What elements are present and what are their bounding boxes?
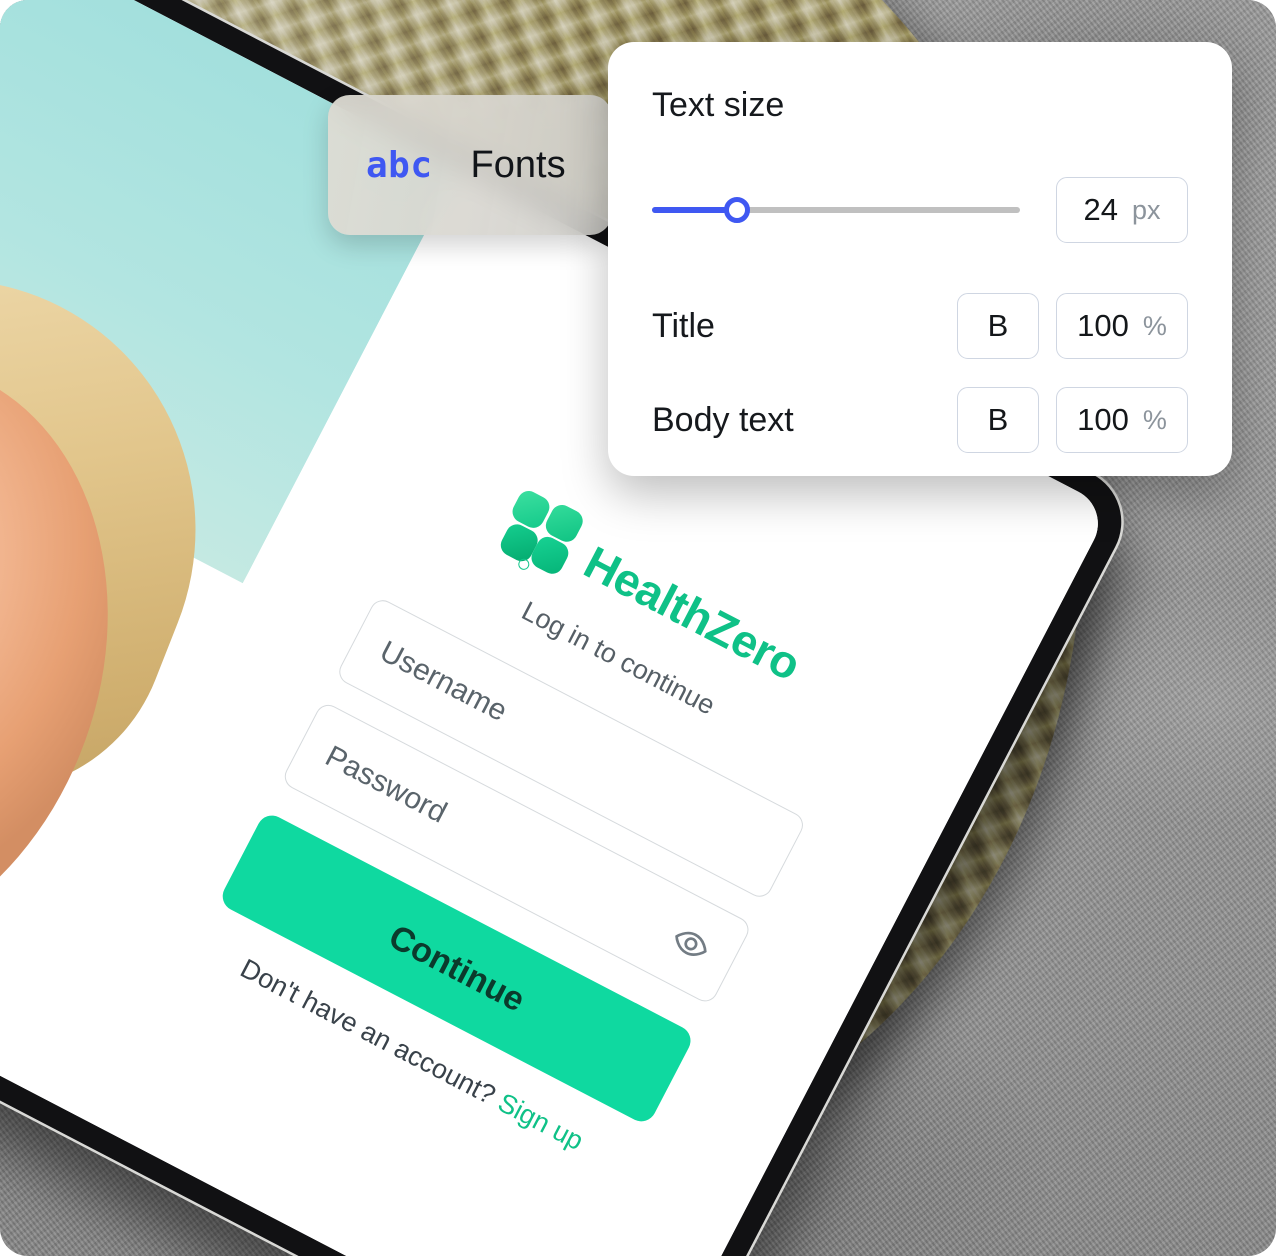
text-size-slider[interactable]: [652, 197, 1020, 223]
text-size-row: 24 px: [652, 177, 1188, 243]
fonts-toolbar-button[interactable]: abc Fonts: [328, 95, 612, 235]
panel-title: Text size: [652, 86, 785, 124]
text-size-unit: px: [1131, 194, 1161, 225]
body-text-bold-button[interactable]: B: [957, 387, 1039, 453]
abc-icon: abc: [366, 144, 433, 186]
body-text-scale-input[interactable]: 100 %: [1056, 387, 1188, 453]
body-text-scale-value: 100: [1077, 402, 1129, 437]
title-bold-button[interactable]: B: [957, 293, 1039, 359]
username-placeholder-text: Username: [374, 635, 513, 729]
title-scale-input[interactable]: 100 %: [1056, 293, 1188, 359]
text-size-panel: Text size 24 px Title B 100 % Body text …: [608, 42, 1232, 476]
show-password-eye-icon[interactable]: [665, 919, 716, 970]
healthzero-logo-icon: [491, 485, 591, 585]
title-scale-unit: %: [1142, 310, 1167, 341]
text-size-value-input[interactable]: 24 px: [1056, 177, 1188, 243]
body-text-label: Body text: [652, 400, 794, 439]
screenshot-canvas: HealthZero Log in to continue Username P…: [0, 0, 1276, 1256]
slider-thumb[interactable]: [723, 197, 750, 223]
signup-link[interactable]: Sign up: [493, 1088, 588, 1157]
text-size-value: 24: [1083, 192, 1118, 227]
title-scale-value: 100: [1077, 308, 1129, 343]
fonts-label: Fonts: [470, 143, 566, 186]
title-row: Title B 100 %: [652, 293, 1188, 359]
body-text-scale-unit: %: [1142, 404, 1167, 435]
title-label: Title: [652, 306, 715, 345]
body-text-row: Body text B 100 %: [652, 387, 1188, 453]
password-placeholder-text: Password: [319, 739, 452, 831]
